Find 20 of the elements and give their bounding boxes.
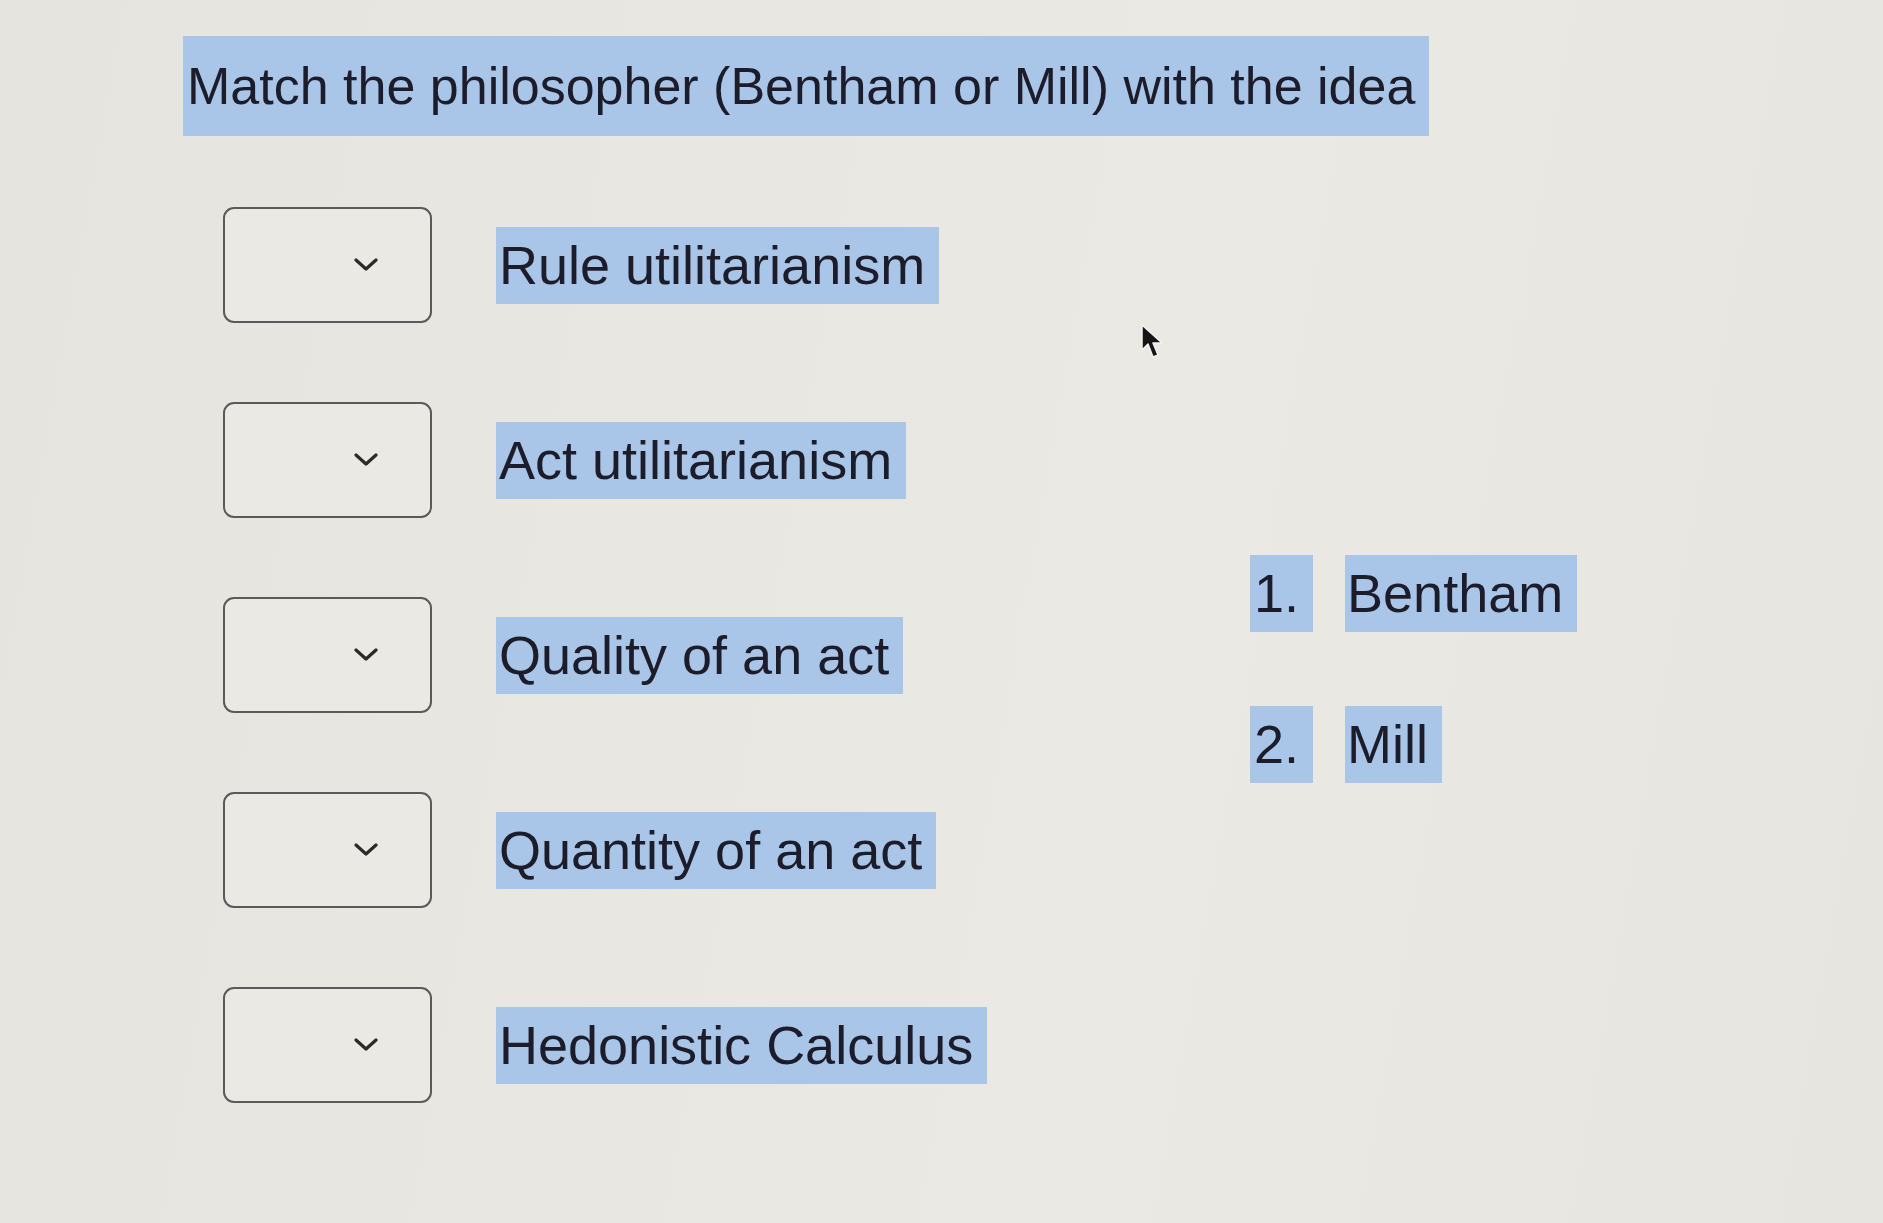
question-title: Match the philosopher (Bentham or Mill) with the idea bbox=[183, 36, 1430, 136]
caret-icon bbox=[354, 843, 378, 857]
philosopher-name: Mill bbox=[1345, 706, 1443, 783]
idea-label: Rule utilitarianism bbox=[496, 226, 940, 304]
idea-label: Act utilitarianism bbox=[496, 421, 907, 499]
idea-label: Hedonistic Calculus bbox=[496, 1006, 988, 1084]
answer-dropdown[interactable] bbox=[223, 402, 432, 518]
answer-dropdown[interactable] bbox=[223, 792, 432, 908]
answer-dropdown[interactable] bbox=[223, 987, 432, 1103]
idea-label: Quality of an act bbox=[496, 616, 904, 694]
caret-icon bbox=[354, 453, 378, 467]
caret-icon bbox=[354, 648, 378, 662]
list-number: 1. bbox=[1250, 555, 1314, 632]
caret-icon bbox=[354, 1038, 378, 1052]
idea-label: Quantity of an act bbox=[496, 811, 937, 889]
list-number: 2. bbox=[1250, 706, 1314, 783]
answer-dropdown[interactable] bbox=[223, 207, 432, 323]
answer-dropdown[interactable] bbox=[223, 597, 432, 713]
philosopher-name: Bentham bbox=[1345, 555, 1578, 632]
caret-icon bbox=[354, 258, 378, 272]
